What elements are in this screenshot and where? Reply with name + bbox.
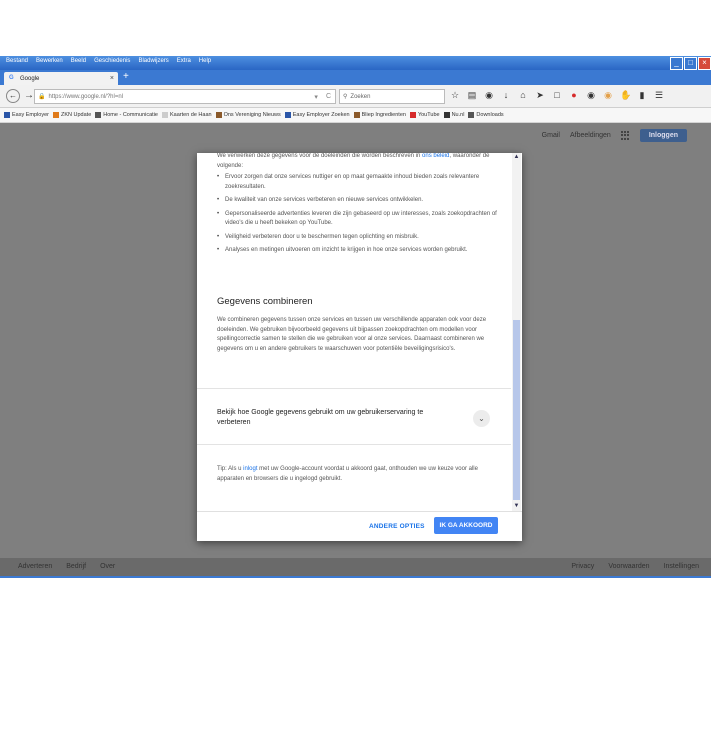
- extension-icon[interactable]: ●: [569, 90, 579, 101]
- menu-bar: Bestand Bewerken Beeld Geschiedenis Blad…: [6, 58, 211, 64]
- google-header: Gmail Afbeeldingen Inloggen: [542, 129, 687, 142]
- pocket-icon[interactable]: ◉: [484, 90, 494, 101]
- navigation-toolbar: ← → 🔒 https://www.google.nl/?hl=nl ▾ C ⚲…: [0, 85, 711, 108]
- title-bar: Bestand Bewerken Beeld Geschiedenis Blad…: [0, 56, 711, 70]
- page-overlay: Gmail Afbeeldingen Inloggen We verwerken…: [0, 123, 711, 578]
- reload-button[interactable]: C: [326, 93, 331, 101]
- download-icon[interactable]: ↓: [501, 90, 511, 101]
- bookmark-item[interactable]: Easy Employer Zoeken: [284, 112, 350, 118]
- menu-item-geschiedenis[interactable]: Geschiedenis: [94, 58, 130, 64]
- toolbar-icons: ☆ ▤ ◉ ↓ ⌂ ➤ □ ● ◉ ◉ ✋ ▮ ☰: [450, 90, 664, 101]
- images-link[interactable]: Afbeeldingen: [570, 132, 611, 139]
- arrow-right-icon: →: [24, 90, 34, 101]
- maximize-button[interactable]: □: [684, 57, 697, 70]
- window-controls: _ □ ×: [670, 57, 711, 70]
- agree-button[interactable]: IK GA AKKOORD: [434, 517, 498, 534]
- close-tab-icon[interactable]: ×: [110, 75, 114, 82]
- bookmark-item[interactable]: ZKN Update: [53, 112, 91, 118]
- page-footer: Adverteren Bedrijf Over Privacy Voorwaar…: [0, 558, 711, 576]
- search-box[interactable]: ⚲ Zoeken: [339, 89, 445, 104]
- dialog-content: We verwerken deze gegevens voor de doele…: [197, 153, 511, 511]
- bookmark-item[interactable]: Easy Employer: [4, 112, 49, 118]
- menu-item-bewerken[interactable]: Bewerken: [36, 58, 63, 64]
- scroll-down-icon[interactable]: ▼: [512, 502, 521, 511]
- arrow-left-icon: ←: [9, 91, 17, 100]
- scroll-up-icon[interactable]: ▲: [512, 153, 521, 162]
- bookmark-item[interactable]: Bliep Ingredienten: [353, 112, 406, 118]
- login-button[interactable]: Inloggen: [639, 129, 687, 142]
- lock-icon: 🔒: [38, 94, 46, 100]
- section-text: We combineren gegevens tussen onze servi…: [217, 317, 487, 352]
- list-item: De kwaliteit van onze services verbetere…: [217, 196, 497, 206]
- menu-item-help[interactable]: Help: [199, 58, 211, 64]
- gmail-link[interactable]: Gmail: [542, 132, 560, 139]
- apps-grid-icon[interactable]: [620, 131, 630, 140]
- google-favicon-icon: G: [9, 75, 14, 81]
- back-button[interactable]: ←: [6, 89, 20, 103]
- divider: [197, 388, 511, 389]
- screenshot-icon[interactable]: □: [552, 90, 562, 101]
- purpose-list: Ervoor zorgen dat onze services nuttiger…: [217, 173, 497, 260]
- search-icon: ⚲: [343, 94, 348, 100]
- bookmark-item[interactable]: Downloads: [468, 112, 504, 118]
- dialog-scrollbar[interactable]: ▲ ▼: [512, 153, 521, 511]
- tab-title: Google: [20, 75, 40, 82]
- tip-text: Tip: Als u inlogt met uw Google-account …: [217, 466, 478, 482]
- bookmark-item[interactable]: YouTube: [409, 112, 440, 118]
- bookmark-item[interactable]: Ons Vereniging Nieuws: [215, 112, 281, 118]
- sidebar-icon[interactable]: ▮: [637, 90, 647, 101]
- list-item: Analyses en metingen uitvoeren om inzich…: [217, 246, 497, 256]
- footer-link-business[interactable]: Bedrijf: [66, 563, 86, 570]
- bookmarks-bar: Easy Employer ZKN Update Home - Communic…: [0, 108, 711, 123]
- search-placeholder: Zoeken: [350, 93, 371, 100]
- bookmark-item[interactable]: Kaarten de Haan: [161, 112, 212, 118]
- url-text: https://www.google.nl/?hl=nl: [48, 93, 124, 100]
- dropdown-icon[interactable]: ▾: [314, 93, 318, 101]
- chat-icon[interactable]: ◉: [586, 90, 596, 101]
- consent-dialog: We verwerken deze gegevens voor de doele…: [197, 153, 522, 541]
- taskbar-strip: [0, 576, 711, 578]
- section-title: Gegevens combineren: [217, 296, 313, 307]
- menu-item-beeld[interactable]: Beeld: [71, 58, 86, 64]
- footer-link-about[interactable]: Over: [100, 563, 115, 570]
- close-window-button[interactable]: ×: [698, 57, 711, 70]
- tab-google[interactable]: G Google ×: [4, 72, 118, 85]
- chevron-down-icon[interactable]: ⌄: [473, 410, 490, 427]
- footer-link-privacy[interactable]: Privacy: [571, 563, 594, 570]
- browser-window: Bestand Bewerken Beeld Geschiedenis Blad…: [0, 56, 711, 578]
- addon-icon[interactable]: ◉: [603, 90, 613, 101]
- new-tab-button[interactable]: +: [123, 71, 129, 82]
- menu-item-extra[interactable]: Extra: [177, 58, 191, 64]
- menu-icon[interactable]: ☰: [654, 90, 664, 101]
- url-bar[interactable]: 🔒 https://www.google.nl/?hl=nl ▾ C: [34, 89, 336, 104]
- tab-bar: G Google × +: [0, 70, 711, 85]
- bookmark-item[interactable]: Nu.nl: [443, 112, 464, 118]
- menu-item-bestand[interactable]: Bestand: [6, 58, 28, 64]
- send-icon[interactable]: ➤: [535, 90, 545, 101]
- login-link[interactable]: inlogt: [243, 466, 257, 472]
- adblock-icon[interactable]: ✋: [620, 90, 631, 101]
- clipboard-icon[interactable]: ▤: [467, 90, 477, 101]
- footer-link-terms[interactable]: Voorwaarden: [608, 563, 649, 570]
- list-item: Gepersonaliseerde advertenties leveren d…: [217, 210, 497, 229]
- list-item: Ervoor zorgen dat onze services nuttiger…: [217, 173, 497, 192]
- star-icon[interactable]: ☆: [450, 90, 460, 101]
- minimize-button[interactable]: _: [670, 57, 683, 70]
- footer-link-advertising[interactable]: Adverteren: [18, 563, 52, 570]
- menu-item-bladwijzers[interactable]: Bladwijzers: [138, 58, 168, 64]
- dialog-footer: ANDERE OPTIES IK GA AKKOORD: [197, 511, 522, 542]
- expand-label[interactable]: Bekijk hoe Google gegevens gebruikt om u…: [217, 408, 457, 428]
- bookmark-item[interactable]: Home - Communicatie: [95, 112, 158, 118]
- divider: [197, 444, 511, 445]
- intro-text: We verwerken deze gegevens voor de doele…: [217, 153, 490, 169]
- policy-link[interactable]: ons beleid: [422, 153, 449, 159]
- home-icon[interactable]: ⌂: [518, 90, 528, 101]
- footer-link-settings[interactable]: Instellingen: [664, 563, 699, 570]
- other-options-button[interactable]: ANDERE OPTIES: [369, 523, 425, 530]
- list-item: Veiligheid verbeteren door u te bescherm…: [217, 233, 497, 243]
- scrollbar-thumb[interactable]: [513, 320, 520, 500]
